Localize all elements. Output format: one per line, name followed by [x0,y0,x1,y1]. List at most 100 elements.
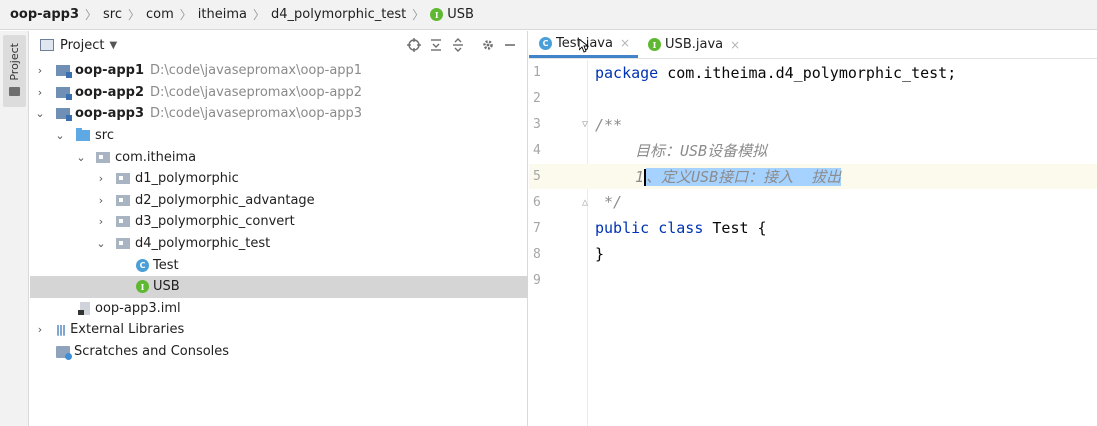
tree-item-path: D:\code\javasepromax\oop-app2 [150,84,363,100]
locate-file-icon[interactable] [403,36,425,54]
interface-icon: I [648,38,662,51]
close-icon[interactable]: × [730,38,740,52]
source-folder-icon [76,128,90,142]
tree-item-label: com.itheima [115,149,197,165]
chevron-right-icon[interactable]: › [34,86,46,99]
tree-item-path: D:\code\javasepromax\oop-app1 [150,63,363,79]
chevron-right-icon[interactable]: › [34,64,46,77]
code-line[interactable]: 7 public class Test { [529,215,1097,241]
tree-item-label: oop-app1 [75,63,144,79]
project-panel: Project ▼ › oop-app1 D:\code\javaseproma… [30,31,528,426]
tree-item-oop-app1[interactable]: › oop-app1 D:\code\javasepromax\oop-app1 [30,60,528,82]
project-tool-label: Project [8,43,21,81]
project-tool-window-button[interactable]: Project [3,35,26,107]
breadcrumb-separator-icon: 〉 [253,8,266,22]
tree-item-d4[interactable]: ⌄ d4_polymorphic_test [30,233,528,255]
tree-item-label: d3_polymorphic_convert [135,214,295,230]
breadcrumb-separator-icon: 〉 [128,8,141,22]
class-icon: C [136,258,149,272]
breadcrumb-item-itheima[interactable]: itheima [198,7,247,22]
code-line[interactable]: 2 [529,86,1097,112]
project-view-selector[interactable]: Project [60,38,104,53]
package-icon [116,238,130,250]
code-line-current[interactable]: 5 1 、定义USB接口：接入 拔出 [529,163,1097,190]
module-folder-icon [56,108,72,122]
tree-item-iml[interactable]: oop-app3.iml [30,298,528,320]
tree-item-label: External Libraries [70,322,185,338]
breadcrumb-item-src[interactable]: src [103,7,122,22]
tree-item-oop-app3[interactable]: ⌄ oop-app3 D:\code\javasepromax\oop-app3 [30,103,528,125]
expand-all-icon[interactable] [425,36,447,54]
chevron-down-icon[interactable]: ⌄ [95,237,107,250]
tree-item-src[interactable]: ⌄ src [30,125,528,147]
chevron-down-icon[interactable]: ▼ [109,40,117,51]
tree-item-usb[interactable]: I USB [30,275,528,298]
code-line[interactable]: 3 ▽ /** [529,112,1097,138]
breadcrumb-file-label: USB [447,7,474,22]
class-icon: C [539,36,552,50]
tree-item-label: d2_polymorphic_advantage [135,192,315,208]
chevron-right-icon[interactable]: › [95,172,107,185]
tree-item-scratches[interactable]: Scratches and Consoles [30,341,528,363]
tree-item-d2[interactable]: › d2_polymorphic_advantage [30,190,528,212]
tab-label: USB.java [665,37,724,52]
code-line[interactable]: 1 package com.itheima.d4_polymorphic_tes… [529,60,1097,86]
project-view-icon [40,39,54,51]
line-number: 4 [533,143,541,159]
line-number: 9 [533,272,541,288]
tree-item-label: oop-app2 [75,84,144,100]
comment-text: /** [595,115,623,134]
chevron-down-icon[interactable]: ⌄ [34,107,46,120]
line-number: 6 [533,194,541,210]
tree-item-d1[interactable]: › d1_polymorphic [30,168,528,190]
tree-item-test[interactable]: C Test [30,254,528,276]
package-icon [116,173,130,185]
code-line[interactable]: 4 目标：USB设备模拟 [529,138,1097,164]
package-icon [116,194,130,206]
breadcrumb-separator-icon: 〉 [412,8,425,22]
collapse-all-icon[interactable] [447,36,469,54]
line-number: 8 [533,246,541,262]
keyword: class [658,219,704,238]
code-area[interactable]: 1 package com.itheima.d4_polymorphic_tes… [529,60,1097,293]
fold-close-icon[interactable]: △ [582,197,588,208]
project-panel-toolbar [403,36,521,54]
code-line[interactable]: 8 } [529,241,1097,267]
line-number: 1 [533,65,541,81]
line-number: 2 [533,91,541,107]
comment-text: */ [595,193,623,212]
fold-open-icon[interactable]: ▽ [582,119,588,130]
code-line[interactable]: 6 △ */ [529,189,1097,215]
package-icon [116,216,130,228]
tab-usb-java[interactable]: I USB.java × [638,31,748,58]
tree-item-label: d1_polymorphic [135,171,239,187]
line-number: 5 [533,169,541,184]
breadcrumb-separator-icon: 〉 [85,8,98,22]
chevron-down-icon[interactable]: ⌄ [54,129,66,142]
tree-item-com-itheima[interactable]: ⌄ com.itheima [30,146,528,168]
mouse-cursor-icon [579,39,589,53]
chevron-down-icon[interactable]: ⌄ [75,151,87,164]
tree-item-label: d4_polymorphic_test [135,236,271,252]
breadcrumb-item-file[interactable]: I USB [430,7,474,22]
tree-item-oop-app2[interactable]: › oop-app2 D:\code\javasepromax\oop-app2 [30,82,528,104]
gear-icon[interactable] [477,36,499,54]
breadcrumb: oop-app3 〉 src 〉 com 〉 itheima 〉 d4_poly… [0,0,1097,30]
chevron-right-icon[interactable]: › [95,194,107,207]
module-folder-icon [56,65,72,79]
interface-icon: I [430,8,444,21]
close-icon[interactable]: × [620,36,630,50]
breadcrumb-item-package[interactable]: d4_polymorphic_test [271,7,406,22]
chevron-right-icon[interactable]: › [34,323,46,336]
chevron-right-icon[interactable]: › [95,215,107,228]
breadcrumb-item-com[interactable]: com [146,7,174,22]
hide-panel-icon[interactable] [499,36,521,54]
tree-item-external-libraries[interactable]: › ||| External Libraries [30,319,528,341]
selected-text: 、定义USB接口：接入 拔出 [646,168,842,186]
breadcrumb-item-project[interactable]: oop-app3 [10,7,79,22]
comment-text: 目标：USB设备模拟 [635,142,768,161]
tab-test-java[interactable]: C Test.java × [529,31,639,58]
tree-item-d3[interactable]: › d3_polymorphic_convert [30,211,528,233]
scratches-icon [56,345,72,360]
code-line[interactable]: 9 [529,267,1097,293]
